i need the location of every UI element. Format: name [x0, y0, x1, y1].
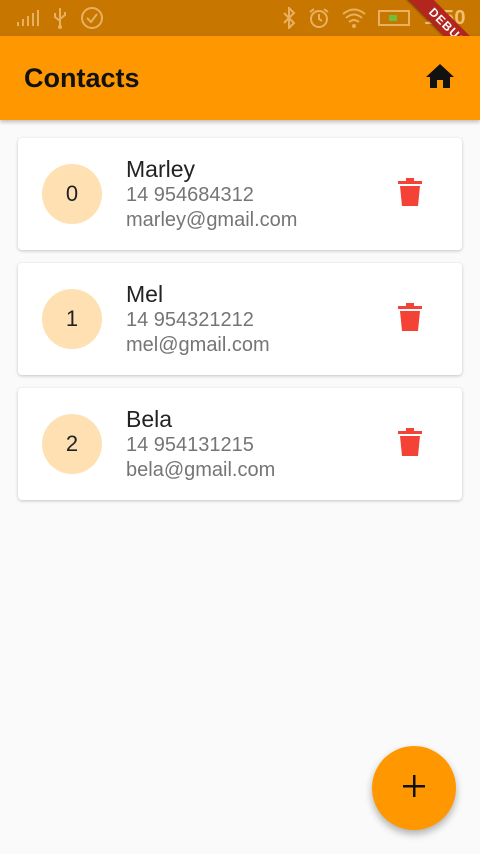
trash-icon [398, 177, 422, 211]
trash-icon [398, 302, 422, 336]
contact-info: Marley 14 954684312 marley@gmail.com [126, 155, 390, 233]
contact-card[interactable]: 0 Marley 14 954684312 marley@gmail.com [18, 138, 462, 250]
plus-icon [402, 774, 426, 803]
delete-button[interactable] [390, 174, 430, 214]
contact-phone: 14 954321212 [126, 309, 254, 331]
delete-button[interactable] [390, 299, 430, 339]
trash-icon [398, 427, 422, 461]
contact-info: Bela 14 954131215 bela@gmail.com [126, 405, 390, 483]
add-contact-button[interactable] [372, 746, 456, 830]
home-icon [425, 63, 455, 94]
signal-icon [16, 10, 40, 26]
delete-button[interactable] [390, 424, 430, 464]
contact-phone: 14 954684312 [126, 184, 254, 206]
contact-name: Marley [126, 156, 196, 182]
contact-phone: 14 954131215 [126, 434, 254, 456]
contact-card[interactable]: 2 Bela 14 954131215 bela@gmail.com [18, 388, 462, 500]
home-button[interactable] [420, 58, 460, 98]
contact-email: mel@gmail.com [126, 334, 270, 356]
usb-icon [52, 7, 68, 29]
page-title: Contacts [24, 62, 140, 93]
contact-card[interactable]: 1 Mel 14 954321212 mel@gmail.com [18, 263, 462, 375]
status-time: 1:50 [423, 6, 466, 29]
battery-icon [377, 9, 412, 27]
alarm-icon [308, 7, 330, 29]
status-bar: 1:50 [0, 0, 480, 36]
check-circle-icon [80, 6, 104, 30]
contact-name: Bela [126, 406, 173, 432]
app-bar: Contacts [0, 36, 480, 120]
avatar: 2 [42, 414, 102, 474]
avatar: 1 [42, 289, 102, 349]
contact-name: Mel [126, 281, 164, 307]
contact-email: marley@gmail.com [126, 209, 298, 231]
contact-info: Mel 14 954321212 mel@gmail.com [126, 280, 390, 358]
wifi-icon [342, 8, 366, 28]
contact-list: 0 Marley 14 954684312 marley@gmail.com 1… [18, 138, 462, 513]
bluetooth-icon [282, 7, 296, 29]
avatar: 0 [42, 164, 102, 224]
contact-email: bela@gmail.com [126, 459, 276, 481]
